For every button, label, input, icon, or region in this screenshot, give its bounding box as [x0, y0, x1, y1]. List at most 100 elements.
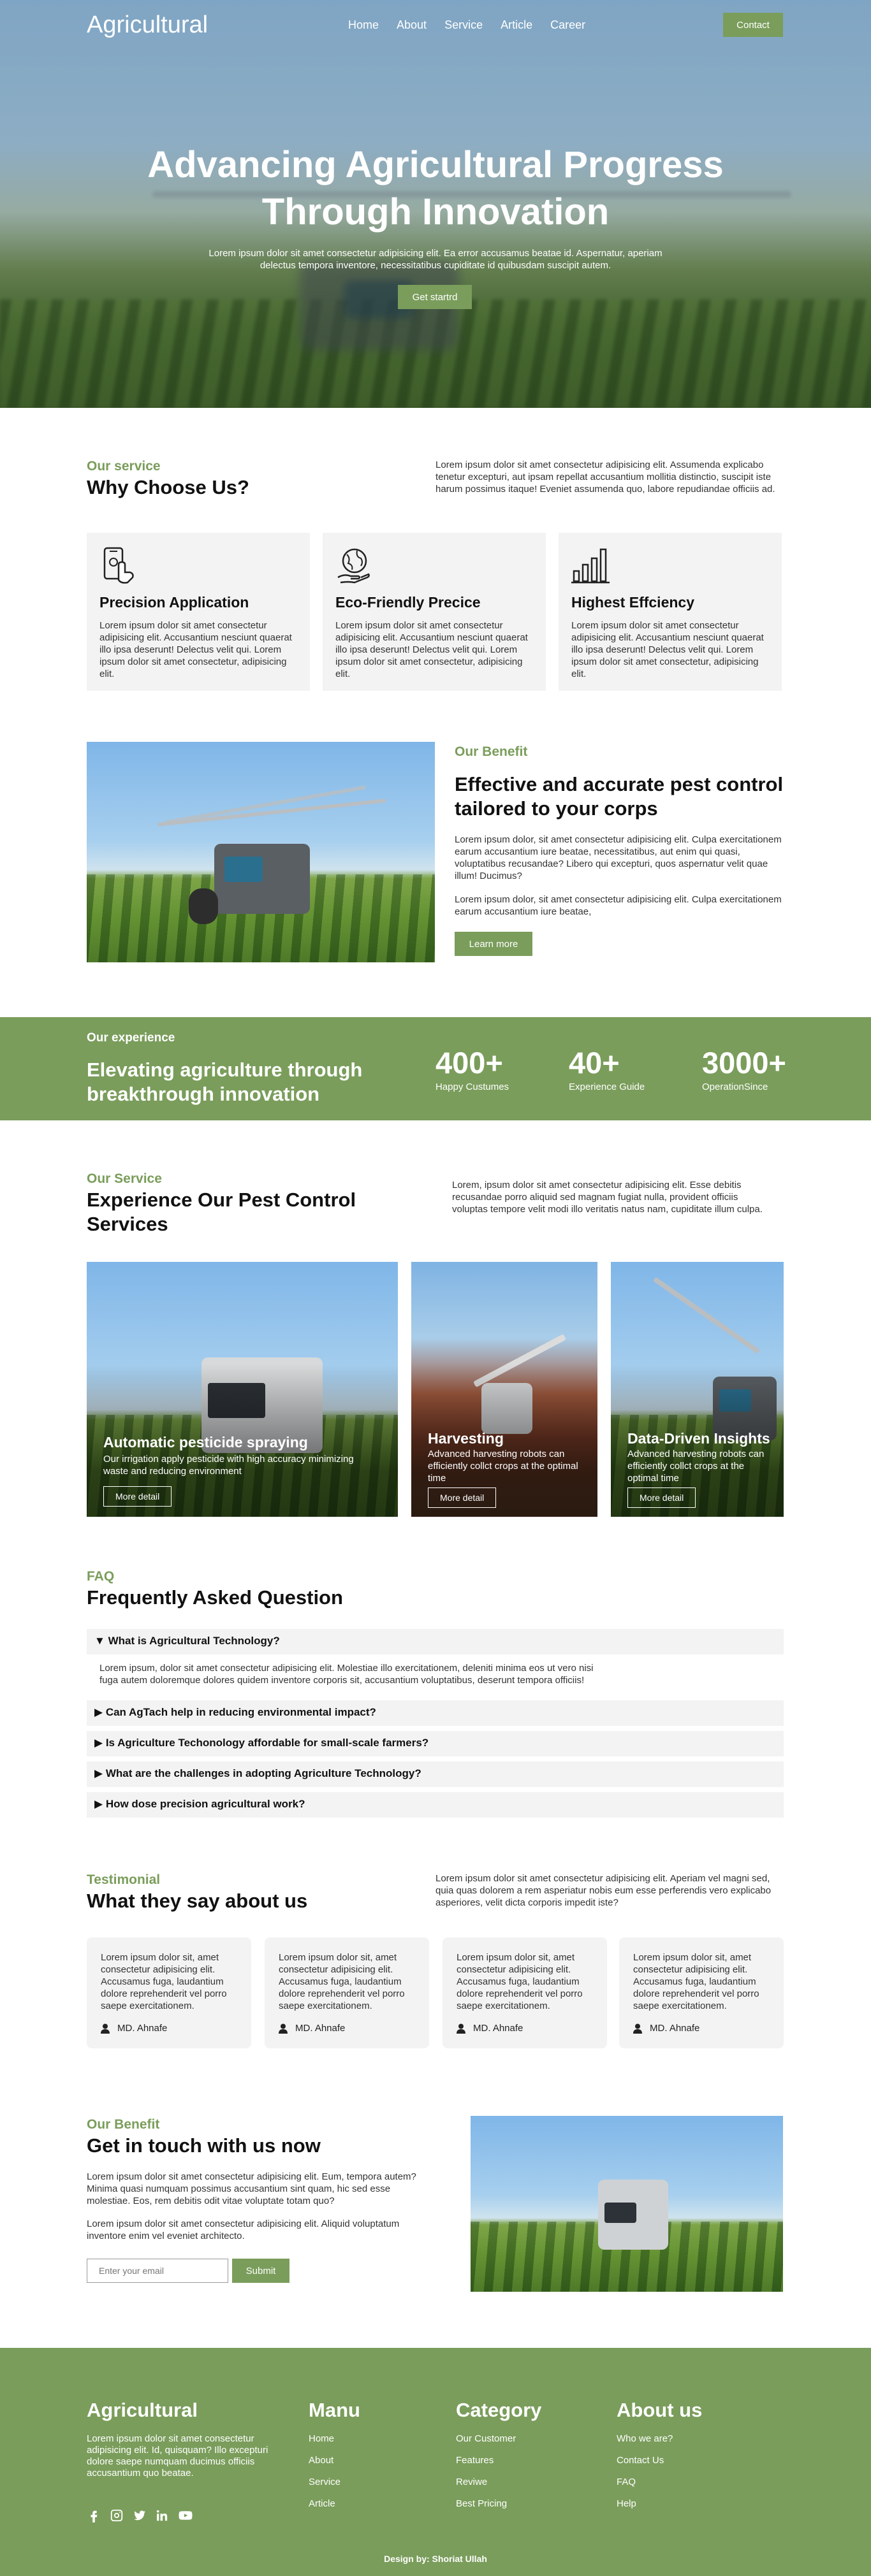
submit-button[interactable]: Submit [232, 2259, 289, 2283]
service-card-text: Lorem ipsum dolor sit amet consectetur a… [571, 620, 764, 679]
footer-link[interactable]: Contact Us [617, 2455, 664, 2466]
benefit-title: Effective and accurate pest control tail… [455, 773, 784, 820]
footer-link[interactable]: Home [309, 2433, 334, 2444]
get-started-button[interactable]: Get startrd [398, 285, 472, 309]
footer-link[interactable]: Service [309, 2477, 340, 2487]
faq-item[interactable]: ▶ Can AgTach help in reducing environmen… [87, 1700, 784, 1726]
site-logo[interactable]: Agricultural [87, 11, 208, 39]
service-card-efficiency: Highest Effciency Lorem ipsum dolor sit … [559, 533, 782, 691]
why-eyebrow: Our service [87, 459, 161, 474]
nav-link-home[interactable]: Home [348, 18, 379, 32]
more-detail-button[interactable]: More detail [103, 1486, 172, 1507]
benefit-robot-image [87, 742, 435, 962]
stat-caption: OperationSince [702, 1082, 768, 1092]
robot-arm [652, 1277, 761, 1354]
footer-link[interactable]: Reviwe [456, 2477, 487, 2487]
pest-card-insights[interactable]: Data-Driven Insights Advanced harvesting… [611, 1262, 784, 1517]
robot-screen [604, 2203, 636, 2223]
testimonial-author: MD. Ahnafe [633, 2023, 699, 2034]
linkedin-icon[interactable] [156, 2508, 170, 2522]
learn-more-button[interactable]: Learn more [455, 932, 532, 956]
main-menu: Home About Service Article Career [348, 18, 603, 32]
robot-body [598, 2180, 668, 2250]
benefit-paragraph-1: Lorem ipsum dolor, sit amet consectetur … [455, 834, 782, 881]
pest-card-text: Advanced harvesting robots can efficient… [627, 1449, 765, 1484]
hero-title: Advancing Agricultural Progress Through … [0, 141, 871, 236]
nav-link-about[interactable]: About [397, 18, 427, 32]
faq-question-text: What is Agricultural Technology? [108, 1635, 280, 1647]
collapse-icon: ▶ [94, 1798, 103, 1810]
testimonial-author: MD. Ahnafe [101, 2023, 167, 2034]
why-intro: Lorem ipsum dolor sit amet consectetur a… [435, 459, 775, 495]
faq-item[interactable]: ▶ How dose precision agricultural work? [87, 1792, 784, 1818]
contact-eyebrow: Our Benefit [87, 2117, 160, 2132]
testimonial-intro: Lorem ipsum dolor sit amet consectetur a… [435, 1873, 772, 1908]
bar-chart-icon [571, 548, 610, 584]
pest-card-title: Data-Driven Insights [627, 1430, 770, 1447]
facebook-icon[interactable] [87, 2508, 101, 2522]
author-name: MD. Ahnafe [650, 2023, 700, 2034]
testimonial-author: MD. Ahnafe [279, 2023, 345, 2034]
service-card-title: Precision Application [99, 594, 249, 611]
footer-link[interactable]: Best Pricing [456, 2498, 507, 2509]
hero-section: Agricultural Home About Service Article … [0, 0, 871, 408]
benefit-paragraph-2: Lorem ipsum dolor, sit amet consectetur … [455, 894, 782, 917]
pest-card-title: Automatic pesticide spraying [103, 1434, 308, 1451]
stat-operation-since: 3000+ OperationSince [702, 1045, 786, 1092]
footer-category-title: Category [456, 2399, 542, 2421]
footer-link[interactable]: Who we are? [617, 2433, 673, 2444]
testimonial-card: Lorem ipsum dolor sit, amet consectetur … [443, 1937, 607, 2048]
hero-title-line1: Advancing Agricultural Progress [147, 144, 724, 185]
email-input[interactable] [87, 2259, 228, 2283]
footer-link[interactable]: Our Customer [456, 2433, 516, 2444]
footer-menu-title: Manu [309, 2399, 360, 2421]
stat-happy-customers: 400+ Happy Custumes [435, 1045, 509, 1092]
nav-link-service[interactable]: Service [444, 18, 483, 32]
collapse-icon: ▶ [94, 1767, 103, 1779]
service-card-title: Eco-Friendly Precice [335, 594, 481, 611]
collapse-icon: ▶ [94, 1737, 103, 1749]
faq-item-open[interactable]: ▼ What is Agricultural Technology? Lorem… [87, 1629, 784, 1698]
faq-question: ▼ What is Agricultural Technology? [94, 1635, 280, 1647]
twitter-icon[interactable] [133, 2508, 147, 2522]
nav-link-article[interactable]: Article [501, 18, 532, 32]
phone-tap-icon [103, 547, 134, 584]
service-card-eco: Eco-Friendly Precice Lorem ipsum dolor s… [323, 533, 546, 691]
faq-item[interactable]: ▶ Is Agriculture Techonology affordable … [87, 1731, 784, 1756]
pest-card-spraying[interactable]: Automatic pesticide spraying Our irrigat… [87, 1262, 398, 1517]
faq-question-text: What are the challenges in adopting Agri… [105, 1767, 421, 1779]
testimonial-card: Lorem ipsum dolor sit, amet consectetur … [87, 1937, 251, 2048]
footer-about-title: About us [617, 2399, 703, 2421]
testimonial-text: Lorem ipsum dolor sit, amet consectetur … [101, 1952, 227, 2011]
user-icon [279, 2023, 288, 2034]
pest-intro: Lorem, ipsum dolor sit amet consectetur … [452, 1180, 763, 1215]
experience-title: Elevating agriculture through breakthrou… [87, 1059, 363, 1105]
more-detail-button[interactable]: More detail [428, 1487, 497, 1508]
hero-title-line2: Through Innovation [261, 191, 610, 233]
faq-item[interactable]: ▶ What are the challenges in adopting Ag… [87, 1762, 784, 1787]
why-title: Why Choose Us? [87, 476, 249, 498]
youtube-icon[interactable] [179, 2508, 193, 2522]
testimonial-eyebrow: Testimonial [87, 1872, 161, 1887]
faq-answer: Lorem ipsum, dolor sit amet consectetur … [99, 1663, 594, 1686]
social-links [87, 2508, 193, 2522]
more-detail-button[interactable]: More detail [627, 1487, 696, 1508]
footer-link[interactable]: Features [456, 2455, 494, 2466]
testimonial-card: Lorem ipsum dolor sit, amet consectetur … [619, 1937, 784, 2048]
pest-card-harvesting[interactable]: Harvesting Advanced harvesting robots ca… [411, 1262, 597, 1517]
stat-number: 40+ [569, 1046, 620, 1080]
instagram-icon[interactable] [110, 2508, 124, 2522]
page: Agricultural Home About Service Article … [0, 0, 871, 2576]
stat-experience-guide: 40+ Experience Guide [569, 1045, 645, 1092]
footer-link[interactable]: About [309, 2455, 333, 2466]
nav-link-career[interactable]: Career [550, 18, 585, 32]
footer-link[interactable]: FAQ [617, 2477, 636, 2487]
eco-globe-icon [337, 548, 370, 584]
contact-button[interactable]: Contact [723, 13, 783, 37]
author-name: MD. Ahnafe [473, 2023, 523, 2034]
pest-card-text: Our irrigation apply pesticide with high… [103, 1454, 354, 1477]
benefit-eyebrow: Our Benefit [455, 744, 528, 759]
faq-question: ▶ What are the challenges in adopting Ag… [94, 1767, 421, 1780]
footer-link[interactable]: Article [309, 2498, 335, 2509]
footer-link[interactable]: Help [617, 2498, 636, 2509]
